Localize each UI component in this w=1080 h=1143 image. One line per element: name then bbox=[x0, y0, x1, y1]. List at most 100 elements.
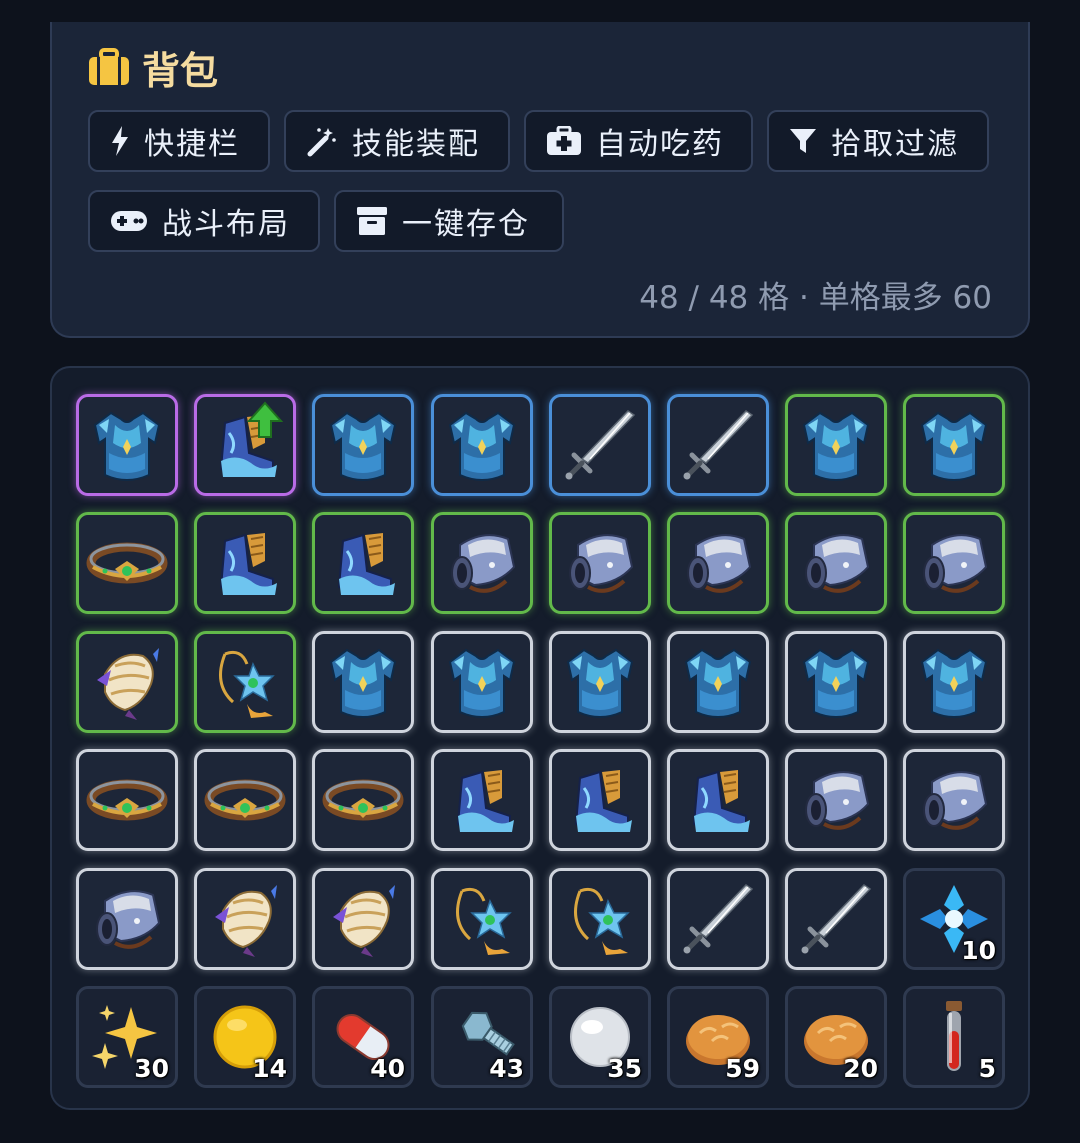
capacity-text: 48 / 48 格 · 单格最多 60 bbox=[639, 280, 992, 316]
inventory-slot[interactable] bbox=[785, 394, 887, 496]
inventory-slot[interactable] bbox=[194, 394, 296, 496]
inventory-slot[interactable]: 5 bbox=[903, 986, 1005, 1088]
inventory-slot[interactable] bbox=[785, 868, 887, 970]
battle-layout-button[interactable]: 战斗布局 bbox=[88, 190, 320, 252]
briefcase-icon bbox=[89, 48, 129, 85]
armor-icon bbox=[920, 411, 988, 481]
gauntlet-icon bbox=[805, 534, 870, 593]
inventory-slot[interactable] bbox=[903, 631, 1005, 733]
sword-icon bbox=[683, 410, 754, 480]
stack-count: 14 bbox=[252, 1054, 287, 1083]
inventory-slot[interactable] bbox=[76, 868, 178, 970]
gauntlet-icon bbox=[451, 534, 516, 593]
inventory-slot[interactable] bbox=[667, 631, 769, 733]
gauntlet-icon bbox=[923, 771, 988, 830]
inventory-slot[interactable]: 35 bbox=[549, 986, 651, 1088]
armor-icon bbox=[93, 411, 161, 481]
inventory-slot[interactable] bbox=[667, 868, 769, 970]
boots-icon bbox=[456, 770, 514, 832]
inventory-slot[interactable]: 10 bbox=[903, 868, 1005, 970]
loot-filter-button-label: 拾取过滤 bbox=[831, 127, 959, 162]
backpack-title-text: 背包 bbox=[142, 48, 219, 93]
inventory-slot[interactable] bbox=[312, 749, 414, 851]
inventory-slot[interactable] bbox=[431, 512, 533, 614]
gamepad-icon bbox=[111, 211, 147, 231]
inventory-slot[interactable] bbox=[549, 394, 651, 496]
inventory-slot[interactable] bbox=[431, 631, 533, 733]
inventory-slot[interactable] bbox=[76, 394, 178, 496]
shoulder-icon bbox=[333, 885, 395, 957]
inventory-slot[interactable] bbox=[76, 749, 178, 851]
amulet-icon bbox=[219, 650, 275, 718]
armor-icon bbox=[448, 411, 516, 481]
stack-count: 5 bbox=[978, 1054, 996, 1083]
armor-icon bbox=[920, 648, 988, 718]
inventory-slot[interactable] bbox=[667, 749, 769, 851]
skill-loadout-button[interactable]: 技能装配 bbox=[284, 110, 510, 172]
inventory-slot[interactable] bbox=[194, 749, 296, 851]
quickbar-button[interactable]: 快捷栏 bbox=[88, 110, 270, 172]
inventory-slot[interactable] bbox=[194, 512, 296, 614]
inventory-slot[interactable]: 43 bbox=[431, 986, 533, 1088]
inventory-slot[interactable]: 30 bbox=[76, 986, 178, 1088]
inventory-slot[interactable]: 20 bbox=[785, 986, 887, 1088]
armor-icon bbox=[566, 648, 634, 718]
inventory-slot[interactable]: 40 bbox=[312, 986, 414, 1088]
boots-icon bbox=[337, 533, 395, 595]
inventory-slot[interactable] bbox=[549, 868, 651, 970]
inventory-slot[interactable] bbox=[431, 868, 533, 970]
backpack-header-panel: 背包 快捷栏 技能装配 自动吃药 拾取过滤 战斗布局 一键存仓 48 / 48 … bbox=[50, 22, 1030, 338]
gauntlet-icon bbox=[569, 534, 634, 593]
inventory-slot[interactable] bbox=[194, 631, 296, 733]
inventory-slot[interactable] bbox=[785, 512, 887, 614]
armor-icon bbox=[802, 411, 870, 481]
inventory-slot[interactable] bbox=[667, 512, 769, 614]
stack-count: 20 bbox=[843, 1054, 878, 1083]
inventory-slot[interactable] bbox=[431, 749, 533, 851]
boots-icon bbox=[219, 533, 277, 595]
inventory-slot[interactable]: 59 bbox=[667, 986, 769, 1088]
inventory-slot[interactable] bbox=[549, 512, 651, 614]
armor-icon bbox=[329, 648, 397, 718]
gauntlet-icon bbox=[96, 890, 161, 949]
gauntlet-icon bbox=[923, 534, 988, 593]
inventory-slot[interactable] bbox=[431, 394, 533, 496]
stack-count: 30 bbox=[134, 1054, 169, 1083]
boots-icon bbox=[574, 770, 632, 832]
inventory-slot[interactable] bbox=[312, 631, 414, 733]
deposit-all-button[interactable]: 一键存仓 bbox=[334, 190, 564, 252]
inventory-slot[interactable] bbox=[903, 512, 1005, 614]
inventory-slot[interactable] bbox=[312, 394, 414, 496]
backpack-title: 背包 bbox=[88, 42, 219, 93]
inventory-slot[interactable] bbox=[549, 631, 651, 733]
archive-icon bbox=[357, 207, 387, 235]
inventory-slot[interactable] bbox=[312, 512, 414, 614]
shoulder-icon bbox=[215, 885, 277, 957]
quickbar-button-label: 快捷栏 bbox=[144, 127, 240, 162]
stack-count: 35 bbox=[607, 1054, 642, 1083]
inventory-grid: 10 30 14 40 43 35 59 20 5 bbox=[50, 366, 1030, 1110]
armor-icon bbox=[448, 648, 516, 718]
inventory-slot[interactable] bbox=[549, 749, 651, 851]
shoulder-icon bbox=[97, 648, 159, 720]
armor-icon bbox=[684, 648, 752, 718]
inventory-slot[interactable] bbox=[76, 512, 178, 614]
inventory-slot[interactable] bbox=[903, 749, 1005, 851]
inventory-slot[interactable] bbox=[785, 749, 887, 851]
inventory-slot[interactable] bbox=[194, 868, 296, 970]
inventory-slot[interactable] bbox=[76, 631, 178, 733]
stack-count: 43 bbox=[489, 1054, 524, 1083]
boots-icon bbox=[692, 770, 750, 832]
inventory-slot[interactable]: 14 bbox=[194, 986, 296, 1088]
stack-count: 40 bbox=[370, 1054, 405, 1083]
inventory-slot[interactable] bbox=[785, 631, 887, 733]
belt-icon bbox=[322, 779, 404, 821]
loot-filter-button[interactable]: 拾取过滤 bbox=[767, 110, 989, 172]
inventory-slot[interactable] bbox=[312, 868, 414, 970]
filter-icon bbox=[790, 129, 816, 153]
inventory-slot[interactable] bbox=[903, 394, 1005, 496]
belt-icon bbox=[204, 779, 286, 821]
auto-potion-button[interactable]: 自动吃药 bbox=[524, 110, 753, 172]
inventory-slot[interactable] bbox=[667, 394, 769, 496]
armor-icon bbox=[802, 648, 870, 718]
